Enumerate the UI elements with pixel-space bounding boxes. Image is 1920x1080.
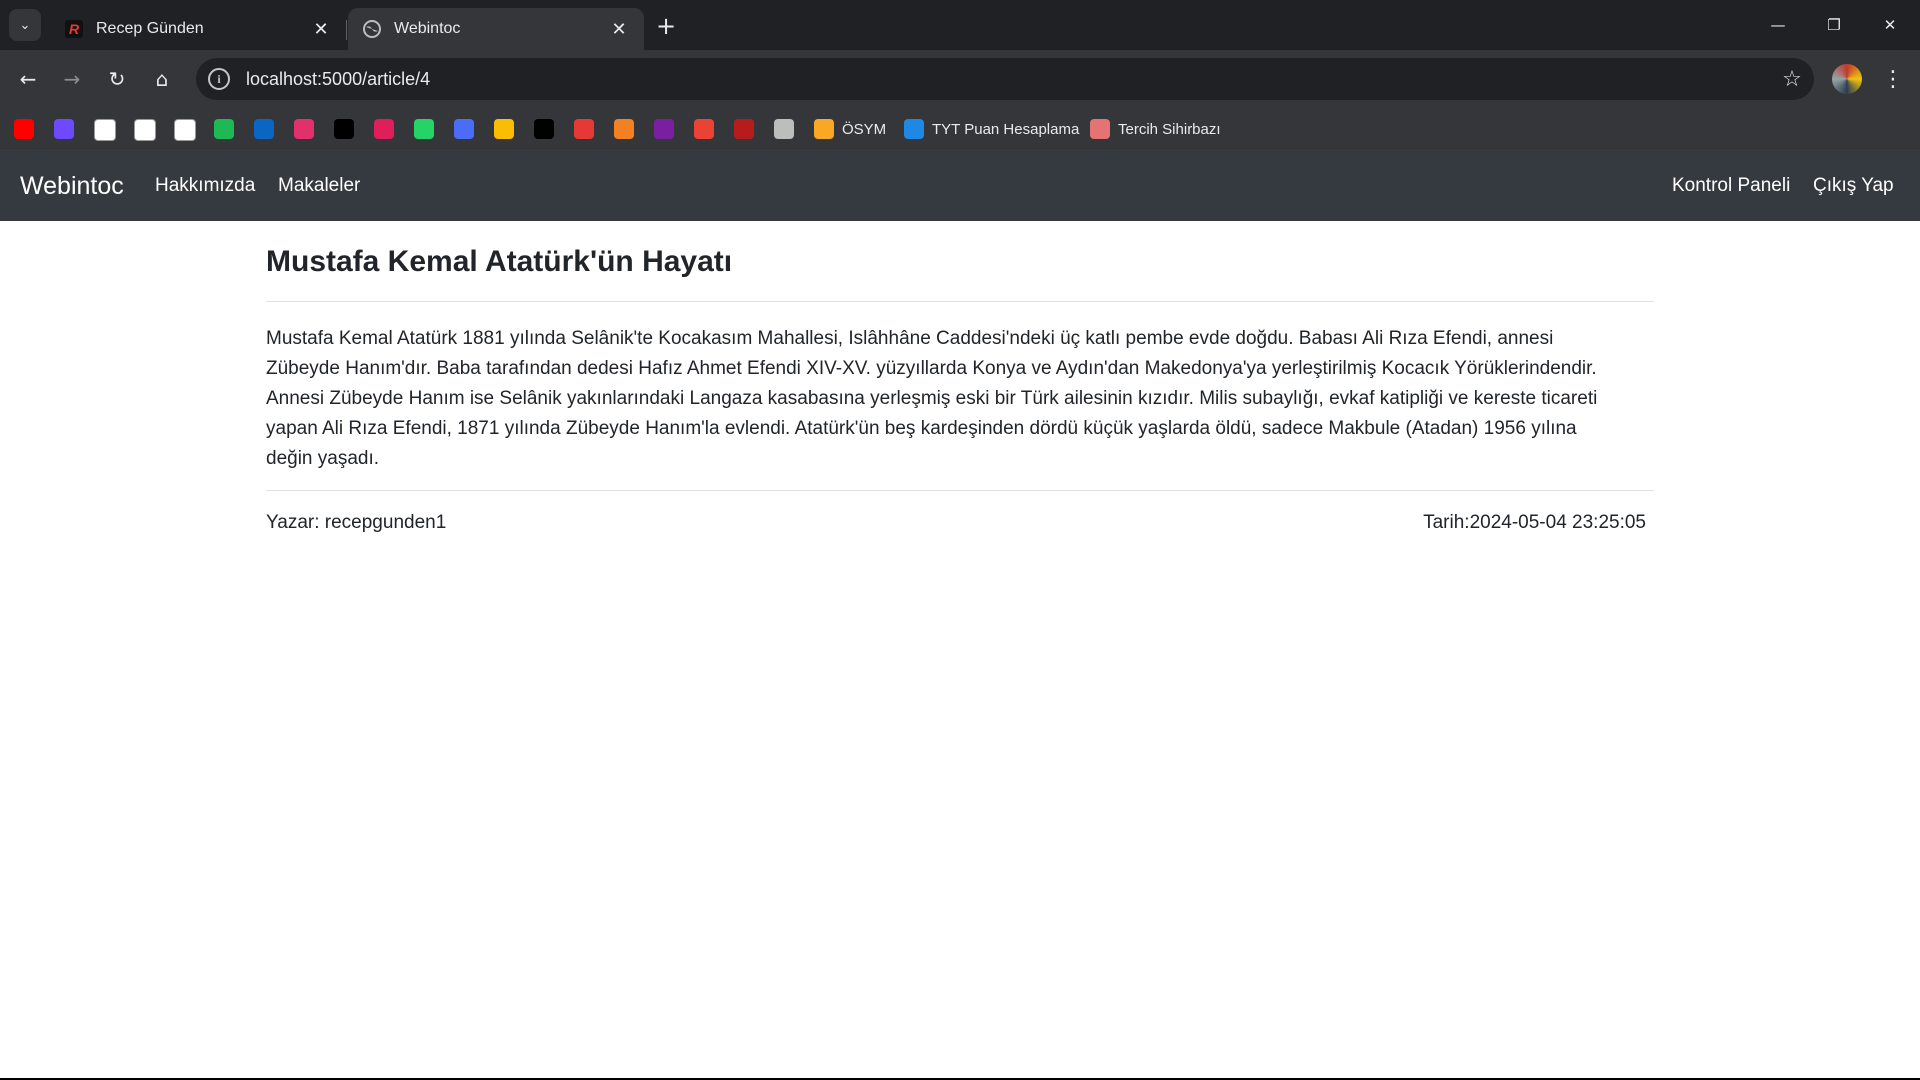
article-author: Yazar: recepgunden1 [266,512,447,533]
bookmarks-bar: ÖSYM TYT Puan Hesaplama Tercih Sihirbazı [0,108,1920,151]
minimize-icon[interactable]: — [1750,0,1806,50]
chevron-down-icon: ⌄ [19,17,31,33]
close-icon[interactable]: ✕ [310,18,332,40]
globe-icon[interactable] [774,119,794,139]
nav-link-makaleler[interactable]: Makaleler [278,151,360,221]
bookmark-link[interactable]: Tercih Sihirbazı [1090,119,1221,139]
chatgpt-icon[interactable] [134,119,156,141]
x-icon[interactable] [334,119,354,139]
close-window-icon[interactable]: ✕ [1862,0,1918,50]
globe-icon [363,20,381,38]
reload-icon[interactable]: ↻ [99,61,135,97]
instagram-icon[interactable] [294,119,314,139]
tab-divider [346,20,347,40]
h-icon [904,119,924,139]
article-body-line: yapan Ali Rıza Efendi, 1871 yılında Zübe… [266,418,1577,439]
youtube-icon[interactable] [14,119,34,139]
photos-icon[interactable] [494,119,514,139]
bookmark-link[interactable]: TYT Puan Hesaplama [904,119,1079,139]
article-body: Mustafa Kemal Atatürk 1881 yılında Selân… [266,324,1654,474]
tab-title: Recep Günden [96,20,204,37]
article-container: Mustafa Kemal Atatürk'ün Hayatı Mustafa … [266,221,1654,551]
url-text[interactable]: localhost:5000/article/4 [246,69,1770,90]
article-date: Tarih:2024-05-04 23:25:05 [1423,512,1646,533]
nav-link-hakkimizda[interactable]: Hakkımızda [155,151,255,221]
tercih-icon [1090,119,1110,139]
tab-webintoc[interactable]: Webintoc ✕ [348,8,644,50]
article-meta: Yazar: recepgunden1 Tarih:2024-05-04 23:… [266,491,1654,551]
restore-icon[interactable]: ❐ [1806,0,1862,50]
messenger-icon[interactable] [454,119,474,139]
tab-search-button[interactable]: ⌄ [9,9,41,41]
tab-recep-gunden[interactable]: R Recep Günden ✕ [50,8,346,50]
stack-icon[interactable] [614,119,634,139]
notion-icon[interactable] [534,119,554,139]
tab-strip: ⌄ R Recep Günden ✕ Webintoc ✕ + — ❐ ✕ [0,0,1920,50]
bookmark-star-icon[interactable]: ☆ [1770,67,1814,92]
profile-avatar[interactable] [1832,64,1862,94]
r-logo-icon: R [65,20,83,38]
site-info-icon[interactable]: i [208,68,230,90]
svg-text:R: R [69,21,80,37]
divider [266,301,1654,302]
github-icon[interactable] [94,119,116,141]
article-title: Mustafa Kemal Atatürk'ün Hayatı [266,245,733,278]
browser-toolbar: ← → ↻ ⌂ i localhost:5000/article/4 ☆ ⋮ [0,50,1920,108]
proton-icon[interactable] [54,119,74,139]
home-icon[interactable]: ⌂ [144,61,180,97]
bookmark-label: ÖSYM [842,120,887,138]
osym-icon [814,119,834,139]
slack-icon[interactable] [374,119,394,139]
close-icon[interactable]: ✕ [608,18,630,40]
new-tab-button[interactable]: + [652,12,680,40]
back-icon[interactable]: ← [10,61,46,97]
linkedin-icon[interactable] [254,119,274,139]
address-bar[interactable]: i localhost:5000/article/4 ☆ [196,58,1814,100]
bookmark-label: TYT Puan Hesaplama [932,120,1080,138]
google-icon[interactable] [174,119,196,141]
article-body-line: Annesi Zübeyde Hanım ise Selânik yakınla… [266,388,1598,409]
nav-link-cikis-yap[interactable]: Çıkış Yap [1813,151,1894,221]
spotify-icon[interactable] [214,119,234,139]
forward-icon[interactable]: → [54,61,90,97]
bookmark-link[interactable]: ÖSYM [814,119,886,139]
bookmark-label: Tercih Sihirbazı [1118,120,1221,138]
settings-hex-icon[interactable] [574,119,594,139]
article-body-line: Zübeyde Hanım'dır. Baba tarafından dedes… [266,358,1597,379]
gmail-icon[interactable] [694,119,714,139]
article-body-line: değin yaşadı. [266,448,380,469]
more-menu-icon[interactable]: ⋮ [1876,62,1910,96]
whatsapp-icon[interactable] [414,119,434,139]
k-icon[interactable] [654,119,674,139]
article-body-line: Mustafa Kemal Atatürk 1881 yılında Selân… [266,328,1554,349]
tab-title: Webintoc [394,20,461,37]
navbar-brand[interactable]: Webintoc [20,151,124,221]
nav-link-kontrol-paneli[interactable]: Kontrol Paneli [1672,151,1790,221]
site-navbar: Webintoc Hakkımızda Makaleler Kontrol Pa… [0,151,1920,221]
r-logo-icon[interactable] [734,119,754,139]
